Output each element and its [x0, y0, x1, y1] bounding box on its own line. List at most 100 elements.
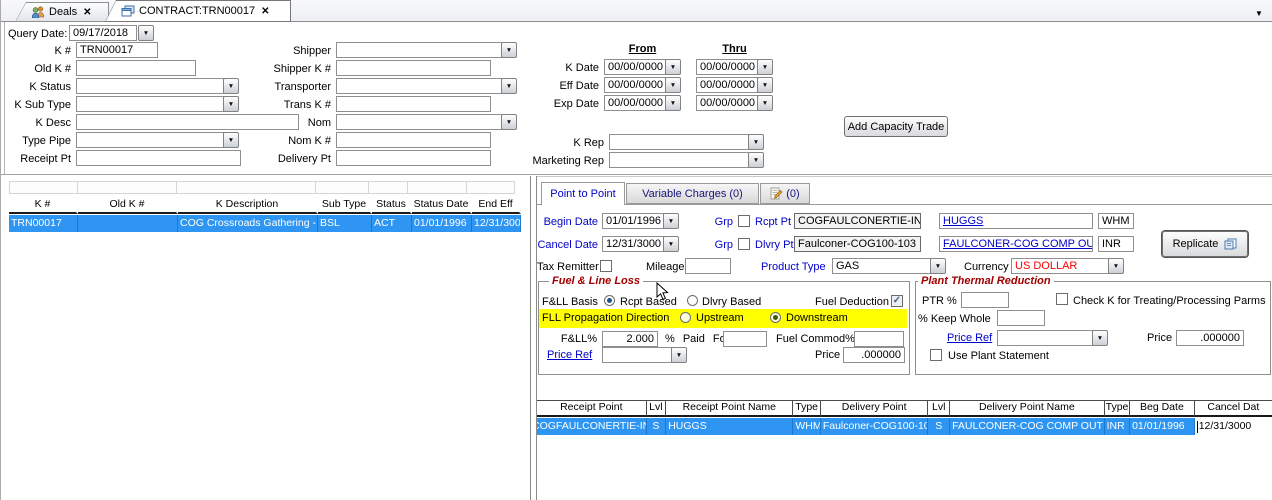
- col-header-cancel-date[interactable]: Cancel Dat: [1195, 400, 1272, 417]
- type-pipe-combo[interactable]: [76, 132, 224, 148]
- upstream-radio[interactable]: [680, 312, 691, 323]
- shipper-combo[interactable]: [336, 42, 502, 58]
- product-type-combo[interactable]: GAS: [832, 258, 931, 274]
- rcpt-based-radio[interactable]: [604, 295, 615, 306]
- ptr-price-ref-link[interactable]: Price Ref: [947, 332, 992, 345]
- eff-date-thru-combo[interactable]: 00/00/0000: [696, 77, 758, 93]
- cell-delivery-point-name[interactable]: FAULCONER-COG COMP OUT: [950, 418, 1105, 435]
- marketing-rep-combo[interactable]: [609, 152, 749, 168]
- eff-date-from-combo[interactable]: 00/00/0000: [604, 77, 666, 93]
- fuel-deduction-checkbox[interactable]: [891, 295, 903, 307]
- col-header-rp-lvl[interactable]: Lvl: [647, 400, 667, 417]
- trans-k-input[interactable]: [336, 96, 491, 112]
- exp-date-thru-combo[interactable]: 00/00/0000: [696, 95, 758, 111]
- exp-date-from-dropdown-button[interactable]: ▼: [665, 95, 681, 111]
- cell-sub-type[interactable]: BSL: [318, 215, 372, 232]
- grid-filter-cell[interactable]: [77, 181, 177, 194]
- cell-k-number[interactable]: TRN00017: [9, 215, 78, 232]
- col-header-k-description[interactable]: K Description: [178, 198, 318, 214]
- cell-dp-lvl[interactable]: S: [928, 418, 950, 435]
- col-header-receipt-point[interactable]: Receipt Point: [537, 400, 647, 417]
- currency-dropdown-button[interactable]: ▼: [1108, 258, 1124, 274]
- tab-variable-charges[interactable]: Variable Charges (0): [626, 183, 759, 204]
- k-rep-dropdown-button[interactable]: ▼: [748, 134, 764, 150]
- col-header-dp-lvl[interactable]: Lvl: [928, 400, 950, 417]
- delivery-pt-input[interactable]: [336, 150, 491, 166]
- cell-beg-date[interactable]: 01/01/1996: [1130, 418, 1195, 435]
- shipper-dropdown-button[interactable]: ▼: [501, 42, 517, 58]
- cell-cancel-date-editing[interactable]: 12/31/3000: [1195, 418, 1272, 435]
- tab-notes[interactable]: (0): [760, 183, 810, 204]
- cancel-date-combo[interactable]: 12/31/3000: [602, 236, 664, 252]
- nom-k-input[interactable]: [336, 132, 491, 148]
- col-header-delivery-point[interactable]: Delivery Point: [821, 400, 929, 417]
- col-header-delivery-point-name[interactable]: Delivery Point Name: [950, 400, 1105, 417]
- query-date-dropdown-button[interactable]: ▼: [138, 25, 154, 41]
- k-date-thru-combo[interactable]: 00/00/0000: [696, 59, 758, 75]
- keep-whole-input[interactable]: [997, 310, 1045, 326]
- col-header-dp-type[interactable]: Type: [1105, 400, 1130, 417]
- exp-date-from-combo[interactable]: 00/00/0000: [604, 95, 666, 111]
- fll-price-ref-combo[interactable]: [602, 347, 672, 363]
- k-sub-type-dropdown-button[interactable]: ▼: [223, 96, 239, 112]
- fll-pct-input[interactable]: 2.000: [602, 331, 658, 347]
- use-plant-statement-checkbox[interactable]: [930, 349, 942, 361]
- col-header-k[interactable]: K #: [9, 198, 78, 214]
- product-type-dropdown-button[interactable]: ▼: [930, 258, 946, 274]
- dlvry-based-radio[interactable]: [687, 295, 698, 306]
- k-date-from-combo[interactable]: 00/00/0000: [604, 59, 666, 75]
- begin-date-combo[interactable]: 01/01/1996: [602, 213, 664, 229]
- tab-contract-close-icon[interactable]: ✕: [261, 6, 269, 17]
- nom-dropdown-button[interactable]: ▼: [501, 114, 517, 130]
- k-status-combo[interactable]: [76, 78, 224, 94]
- cell-end-eff[interactable]: 12/31/3000: [472, 215, 521, 232]
- grid-filter-cell[interactable]: [9, 181, 78, 194]
- dlvry-pt-name-box[interactable]: FAULCONER-COG COMP OU...: [939, 236, 1093, 252]
- k-rep-combo[interactable]: [609, 134, 749, 150]
- tax-remitter-checkbox[interactable]: [600, 260, 612, 272]
- grid-filter-cell[interactable]: [176, 181, 316, 194]
- fuel-commod-input[interactable]: [854, 331, 904, 347]
- cell-dp-type[interactable]: INR: [1105, 418, 1131, 435]
- k-sub-type-combo[interactable]: [76, 96, 224, 112]
- exp-date-thru-dropdown-button[interactable]: ▼: [757, 95, 773, 111]
- contracts-grid-filter-row[interactable]: [9, 181, 514, 194]
- transporter-combo[interactable]: [336, 78, 502, 94]
- grp-dlvry-checkbox[interactable]: [738, 238, 750, 250]
- cell-status[interactable]: ACT: [372, 215, 412, 232]
- nom-combo[interactable]: [336, 114, 502, 130]
- grp-rcpt-checkbox[interactable]: [738, 215, 750, 227]
- marketing-rep-dropdown-button[interactable]: ▼: [748, 152, 764, 168]
- cell-rp-lvl[interactable]: S: [647, 418, 667, 435]
- receipt-pt-input[interactable]: [76, 150, 241, 166]
- col-header-status[interactable]: Status: [372, 198, 412, 214]
- grid-filter-cell[interactable]: [466, 181, 515, 194]
- query-date-input[interactable]: 09/17/2018: [69, 25, 137, 41]
- cell-k-description[interactable]: COG Crossroads Gathering -: [178, 215, 318, 232]
- ptr-price-input[interactable]: .000000: [1176, 330, 1244, 346]
- grid-filter-cell[interactable]: [368, 181, 408, 194]
- cell-status-date[interactable]: 01/01/1996: [412, 215, 472, 232]
- rcpt-pt-name-link[interactable]: HUGGS: [943, 215, 983, 227]
- k-status-dropdown-button[interactable]: ▼: [223, 78, 239, 94]
- begin-date-dropdown-button[interactable]: ▼: [663, 213, 679, 229]
- cell-delivery-point[interactable]: Faulconer-COG100-103: [821, 418, 929, 435]
- contracts-grid-selected-row[interactable]: TRN00017 COG Crossroads Gathering - BSL …: [9, 215, 521, 232]
- k-date-from-dropdown-button[interactable]: ▼: [665, 59, 681, 75]
- col-header-receipt-point-name[interactable]: Receipt Point Name: [666, 400, 793, 417]
- tab-deals-close-icon[interactable]: ✕: [83, 7, 91, 18]
- tab-point-to-point[interactable]: Point to Point: [541, 182, 625, 205]
- cell-receipt-point-name[interactable]: HUGGS: [666, 418, 793, 435]
- fll-price-ref-link[interactable]: Price Ref: [547, 349, 592, 362]
- shipper-k-input[interactable]: [336, 60, 491, 76]
- grid-filter-cell[interactable]: [315, 181, 369, 194]
- eff-date-thru-dropdown-button[interactable]: ▼: [757, 77, 773, 93]
- col-header-sub-type[interactable]: Sub Type: [318, 198, 372, 214]
- col-header-status-date[interactable]: Status Date: [412, 198, 472, 214]
- tab-deals[interactable]: Deals ✕: [15, 2, 109, 22]
- replicate-button[interactable]: Replicate: [1162, 231, 1248, 257]
- col-header-rp-type[interactable]: Type: [793, 400, 820, 417]
- mileage-input[interactable]: [685, 258, 731, 274]
- ptr-price-ref-dropdown-button[interactable]: ▼: [1092, 330, 1108, 346]
- col-header-beg-date[interactable]: Beg Date: [1130, 400, 1195, 417]
